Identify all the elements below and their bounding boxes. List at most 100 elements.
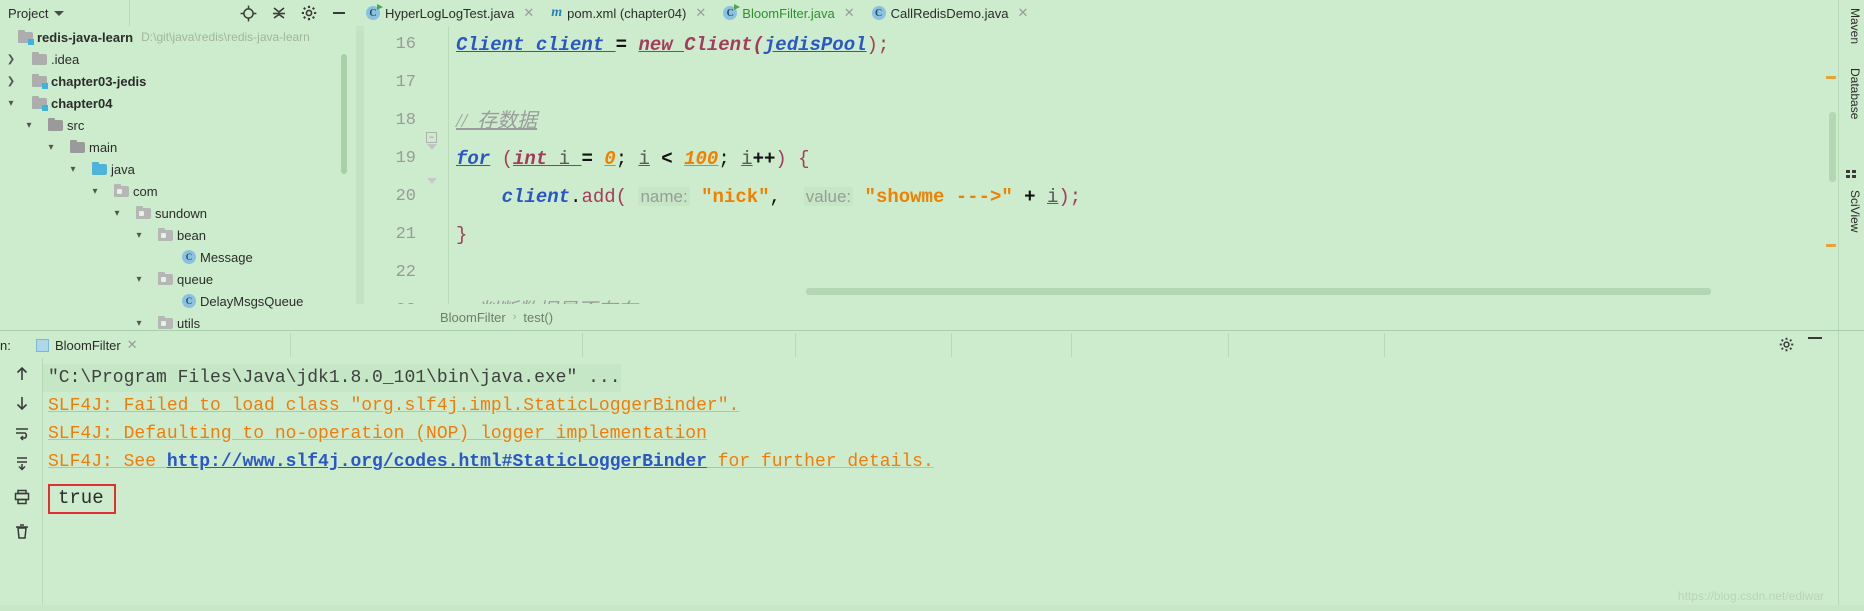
close-icon[interactable]: ✕ <box>523 5 534 21</box>
chevron-down-icon[interactable]: ▾ <box>88 186 102 197</box>
tree-item-label: .idea <box>51 51 80 67</box>
module-folder-icon <box>32 96 48 111</box>
breadcrumb-method[interactable]: test() <box>523 310 553 325</box>
tree-item-src[interactable]: ▾ src <box>0 114 348 136</box>
run-tab-bloomfilter[interactable]: BloomFilter ✕ <box>28 333 146 357</box>
breadcrumb-class[interactable]: BloomFilter <box>440 310 506 325</box>
slf4j-link[interactable]: http://www.slf4j.org/codes.html#StaticLo… <box>167 452 707 472</box>
tree-item-redis-java-learn[interactable]: redis-java-learn D:\git\java\redis\redis… <box>0 26 348 48</box>
run-console-output[interactable]: "C:\Program Files\Java\jdk1.8.0_101\bin\… <box>42 358 1838 611</box>
editor-tab-pomxml[interactable]: m pom.xml (chapter04) ✕ <box>543 0 715 26</box>
tree-item-idea[interactable]: ❯ .idea <box>0 48 348 70</box>
close-icon[interactable]: ✕ <box>1017 5 1028 21</box>
tree-item-label: Message <box>200 249 253 265</box>
hide-panel-icon[interactable] <box>331 5 347 21</box>
tool-window-sciview[interactable]: SciView <box>1842 190 1862 232</box>
close-icon[interactable]: ✕ <box>844 5 855 21</box>
folder-icon <box>70 140 85 153</box>
collapse-all-icon[interactable] <box>271 5 287 21</box>
soft-wrap-icon[interactable] <box>13 424 31 442</box>
chevron-down-icon[interactable]: ▾ <box>66 164 80 175</box>
print-icon[interactable] <box>13 488 31 506</box>
code-content[interactable]: Client client = new Client(jedisPool); /… <box>456 26 1838 304</box>
fold-region-icon[interactable] <box>427 178 437 184</box>
locate-target-icon[interactable] <box>240 5 257 22</box>
tree-item-main[interactable]: ▾ main <box>0 136 348 158</box>
close-icon[interactable]: ✕ <box>127 337 138 353</box>
tab-label: BloomFilter.java <box>742 5 835 21</box>
code-line-18: // 存数据 <box>456 110 538 132</box>
chevron-down-icon[interactable]: ▾ <box>110 208 124 219</box>
scroll-up-icon[interactable] <box>13 365 31 383</box>
tree-item-label: java <box>111 161 135 177</box>
tree-item-label: queue <box>177 271 214 287</box>
tree-item-chapter03-jedis[interactable]: ❯ chapter03-jedis <box>0 70 348 92</box>
tree-item-path: D:\git\java\redis\redis-java-learn <box>141 30 310 44</box>
project-panel-header[interactable]: Project <box>0 0 130 26</box>
tab-label: HyperLogLogTest.java <box>385 5 515 21</box>
folder-icon <box>32 52 47 65</box>
java-class-icon: C <box>871 6 886 20</box>
run-header-cell <box>290 333 582 357</box>
scroll-to-end-icon[interactable] <box>13 454 31 472</box>
tree-item-queue[interactable]: ▾ queue <box>0 268 348 290</box>
line-number: 20 <box>395 187 416 206</box>
package-icon <box>114 184 129 197</box>
project-tree-scrollbar[interactable] <box>341 54 347 174</box>
chevron-right-icon[interactable]: ❯ <box>4 76 18 87</box>
editor-tab-bar: C HyperLogLogTest.java ✕ m pom.xml (chap… <box>358 0 1834 26</box>
run-panel-title: n: <box>0 338 11 353</box>
tree-item-com[interactable]: ▾ com <box>0 180 348 202</box>
source-folder-icon <box>92 162 107 175</box>
code-editor[interactable]: 16 17 18 19 20 21 22 23 24 25 26 − Clien… <box>356 26 1838 304</box>
project-panel-title: Project <box>8 5 49 21</box>
editor-tab-callredisdemo[interactable]: C CallRedisDemo.java ✕ <box>864 0 1038 26</box>
tool-window-maven[interactable]: Maven <box>1842 8 1862 44</box>
editor-horizontal-scrollbar[interactable] <box>806 288 1711 295</box>
line-number: 18 <box>395 111 416 130</box>
scroll-down-icon[interactable] <box>13 394 31 412</box>
fold-collapse-icon[interactable]: − <box>426 132 437 143</box>
tree-item-utils[interactable]: ▾ utils <box>0 312 348 331</box>
editor-marker[interactable] <box>1826 244 1836 247</box>
tree-item-java[interactable]: ▾ java <box>0 158 348 180</box>
chevron-down-icon[interactable]: ▾ <box>132 230 146 241</box>
close-icon[interactable]: ✕ <box>695 5 706 21</box>
settings-gear-icon[interactable] <box>1779 337 1794 357</box>
console-left-border <box>42 358 43 611</box>
line-number: 16 <box>395 35 416 54</box>
tree-item-delaymsgsqueue[interactable]: C DelayMsgsQueue <box>0 290 348 312</box>
editor-marker[interactable] <box>1826 76 1836 79</box>
chevron-down-icon[interactable]: ▾ <box>44 142 58 153</box>
tree-item-bean[interactable]: ▾ bean <box>0 224 348 246</box>
run-console-toolbar <box>0 358 42 611</box>
tree-item-message[interactable]: C Message <box>0 246 348 268</box>
chevron-right-icon[interactable]: ❯ <box>4 54 18 65</box>
chevron-down-icon[interactable]: ▾ <box>4 98 18 109</box>
console-result-highlight: true <box>48 484 116 514</box>
run-header-cell <box>1071 333 1228 357</box>
minimize-icon[interactable] <box>1808 337 1822 339</box>
tool-window-database[interactable]: Database <box>1842 68 1862 119</box>
editor-tab-hyperloglogtest[interactable]: C HyperLogLogTest.java ✕ <box>358 0 543 26</box>
grid-icon[interactable] <box>1844 168 1860 184</box>
chevron-down-icon[interactable]: ▾ <box>22 120 36 131</box>
chevron-down-icon[interactable]: ▾ <box>132 274 146 285</box>
tree-item-chapter04[interactable]: ▾ chapter04 <box>0 92 348 114</box>
clear-all-icon[interactable] <box>13 523 31 541</box>
settings-gear-icon[interactable] <box>301 5 317 21</box>
maven-xml-icon: m <box>551 5 563 20</box>
editor-vertical-scrollbar[interactable] <box>1829 112 1836 182</box>
intellij-idea-window: Project C HyperLogLogTest.java ✕ m pom.x… <box>0 0 1864 611</box>
fold-region-icon[interactable] <box>427 144 437 150</box>
tree-item-label: utils <box>177 315 201 331</box>
chevron-down-icon[interactable] <box>54 10 65 16</box>
editor-tab-bloomfilter[interactable]: C BloomFilter.java ✕ <box>715 0 863 26</box>
line-number: 21 <box>395 225 416 244</box>
tree-item-sundown[interactable]: ▾ sundown <box>0 202 348 224</box>
folder-icon <box>48 118 63 131</box>
parameter-hint: value: <box>803 187 854 206</box>
chevron-down-icon[interactable]: ▾ <box>132 318 146 329</box>
